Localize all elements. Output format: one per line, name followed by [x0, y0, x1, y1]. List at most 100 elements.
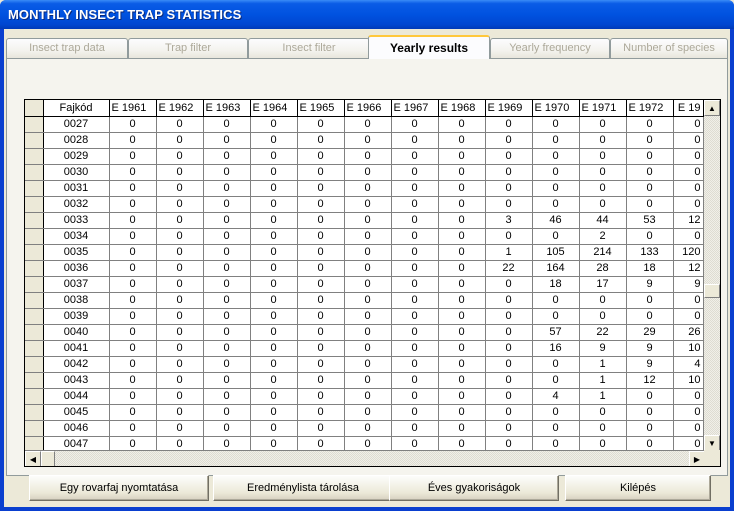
year-count-cell[interactable]: 0 [203, 388, 251, 405]
year-count-cell[interactable]: 0 [391, 324, 439, 341]
scroll-left-button[interactable]: ◀ [25, 451, 41, 466]
year-count-cell[interactable]: 0 [344, 244, 392, 261]
year-count-cell[interactable]: 0 [532, 164, 580, 181]
year-count-cell[interactable]: 57 [532, 324, 580, 341]
row-indicator[interactable] [25, 116, 44, 133]
year-count-cell[interactable]: 26 [673, 324, 704, 341]
column-header[interactable]: E 1969 [485, 100, 533, 117]
species-code-cell[interactable]: 0043 [43, 372, 110, 389]
title-bar[interactable]: MONTHLY INSECT TRAP STATISTICS [0, 0, 734, 29]
year-count-cell[interactable]: 0 [438, 356, 486, 373]
year-count-cell[interactable]: 1 [485, 244, 533, 261]
year-count-cell[interactable]: 0 [626, 420, 674, 437]
scroll-down-button[interactable]: ▼ [704, 435, 720, 451]
tab-yearly-frequency[interactable]: Yearly frequency [490, 38, 610, 58]
year-count-cell[interactable]: 0 [438, 228, 486, 245]
species-code-cell[interactable]: 0027 [43, 116, 110, 133]
year-count-cell[interactable]: 0 [250, 260, 298, 277]
row-indicator[interactable] [25, 308, 44, 325]
species-code-cell[interactable]: 0040 [43, 324, 110, 341]
table-row[interactable]: 0041 0 0 0 0 0 0 0 0 0 16 9 9 10 [25, 340, 704, 357]
year-count-cell[interactable]: 0 [673, 308, 704, 325]
year-count-cell[interactable]: 0 [391, 244, 439, 261]
column-header[interactable]: E 1967 [391, 100, 439, 117]
column-header[interactable]: E 1964 [250, 100, 298, 117]
year-count-cell[interactable]: 0 [109, 356, 157, 373]
horizontal-scroll-thumb[interactable] [41, 451, 55, 466]
year-count-cell[interactable]: 0 [344, 292, 392, 309]
year-count-cell[interactable]: 0 [626, 196, 674, 213]
year-count-cell[interactable]: 0 [532, 180, 580, 197]
year-count-cell[interactable]: 0 [485, 388, 533, 405]
year-count-cell[interactable]: 0 [250, 244, 298, 261]
year-count-cell[interactable]: 0 [109, 148, 157, 165]
year-count-cell[interactable]: 0 [391, 292, 439, 309]
column-header[interactable]: E 19 [673, 100, 704, 117]
year-count-cell[interactable]: 9 [673, 276, 704, 293]
row-indicator[interactable] [25, 228, 44, 245]
year-count-cell[interactable]: 0 [532, 148, 580, 165]
year-count-cell[interactable]: 0 [203, 308, 251, 325]
year-count-cell[interactable]: 0 [203, 292, 251, 309]
tab-insect-trap-data[interactable]: Insect trap data [6, 38, 128, 58]
year-count-cell[interactable]: 0 [156, 420, 204, 437]
year-count-cell[interactable]: 0 [626, 180, 674, 197]
year-count-cell[interactable]: 0 [109, 404, 157, 421]
year-count-cell[interactable]: 0 [391, 196, 439, 213]
year-count-cell[interactable]: 0 [344, 260, 392, 277]
table-row[interactable]: 0037 0 0 0 0 0 0 0 0 0 18 17 9 9 [25, 276, 704, 293]
table-row[interactable]: 0042 0 0 0 0 0 0 0 0 0 0 1 9 4 [25, 356, 704, 373]
row-indicator[interactable] [25, 164, 44, 181]
year-count-cell[interactable]: 0 [250, 324, 298, 341]
year-count-cell[interactable]: 0 [344, 388, 392, 405]
year-count-cell[interactable]: 0 [344, 404, 392, 421]
year-count-cell[interactable]: 0 [297, 404, 345, 421]
year-count-cell[interactable]: 0 [579, 308, 627, 325]
year-count-cell[interactable]: 9 [579, 340, 627, 357]
results-grid[interactable]: Fajkód E 1961 E 1962 E 1963 E 1964 E 1965 E 19… [24, 99, 721, 467]
year-count-cell[interactable]: 0 [156, 132, 204, 149]
year-count-cell[interactable]: 0 [532, 228, 580, 245]
year-count-cell[interactable]: 0 [109, 276, 157, 293]
year-count-cell[interactable]: 9 [626, 340, 674, 357]
year-count-cell[interactable]: 214 [579, 244, 627, 261]
year-count-cell[interactable]: 0 [344, 276, 392, 293]
year-count-cell[interactable]: 0 [203, 148, 251, 165]
year-count-cell[interactable]: 0 [438, 196, 486, 213]
tab-trap-filter[interactable]: Trap filter [128, 38, 248, 58]
year-count-cell[interactable]: 0 [250, 276, 298, 293]
column-header[interactable]: E 1961 [109, 100, 157, 117]
year-count-cell[interactable]: 0 [297, 164, 345, 181]
year-count-cell[interactable]: 0 [438, 260, 486, 277]
exit-button[interactable]: Kilépés [565, 475, 711, 501]
save-results-button[interactable]: Eredménylista tárolása [213, 475, 393, 501]
year-count-cell[interactable]: 0 [203, 196, 251, 213]
table-row[interactable]: 0044 0 0 0 0 0 0 0 0 0 4 1 0 0 [25, 388, 704, 405]
year-count-cell[interactable]: 0 [297, 196, 345, 213]
year-count-cell[interactable]: 0 [203, 372, 251, 389]
year-count-cell[interactable]: 0 [156, 116, 204, 133]
year-count-cell[interactable]: 0 [438, 244, 486, 261]
year-count-cell[interactable]: 0 [579, 420, 627, 437]
year-count-cell[interactable]: 0 [344, 196, 392, 213]
year-count-cell[interactable]: 0 [438, 324, 486, 341]
species-code-cell[interactable]: 0035 [43, 244, 110, 261]
year-count-cell[interactable]: 0 [344, 116, 392, 133]
row-indicator[interactable] [25, 180, 44, 197]
year-count-cell[interactable]: 133 [626, 244, 674, 261]
year-count-cell[interactable]: 0 [391, 148, 439, 165]
year-count-cell[interactable]: 0 [579, 164, 627, 181]
year-count-cell[interactable]: 0 [438, 308, 486, 325]
year-count-cell[interactable]: 0 [297, 132, 345, 149]
print-species-button[interactable]: Egy rovarfaj nyomtatása [29, 475, 209, 501]
year-count-cell[interactable]: 0 [485, 324, 533, 341]
vertical-scroll-thumb[interactable] [704, 283, 720, 298]
year-count-cell[interactable]: 0 [485, 308, 533, 325]
column-header[interactable]: Fajkód [43, 100, 110, 117]
year-count-cell[interactable]: 12 [626, 372, 674, 389]
year-count-cell[interactable]: 0 [579, 180, 627, 197]
year-count-cell[interactable]: 0 [673, 196, 704, 213]
table-row[interactable]: 0039 0 0 0 0 0 0 0 0 0 0 0 0 0 [25, 308, 704, 325]
year-count-cell[interactable]: 0 [203, 404, 251, 421]
species-code-cell[interactable]: 0036 [43, 260, 110, 277]
